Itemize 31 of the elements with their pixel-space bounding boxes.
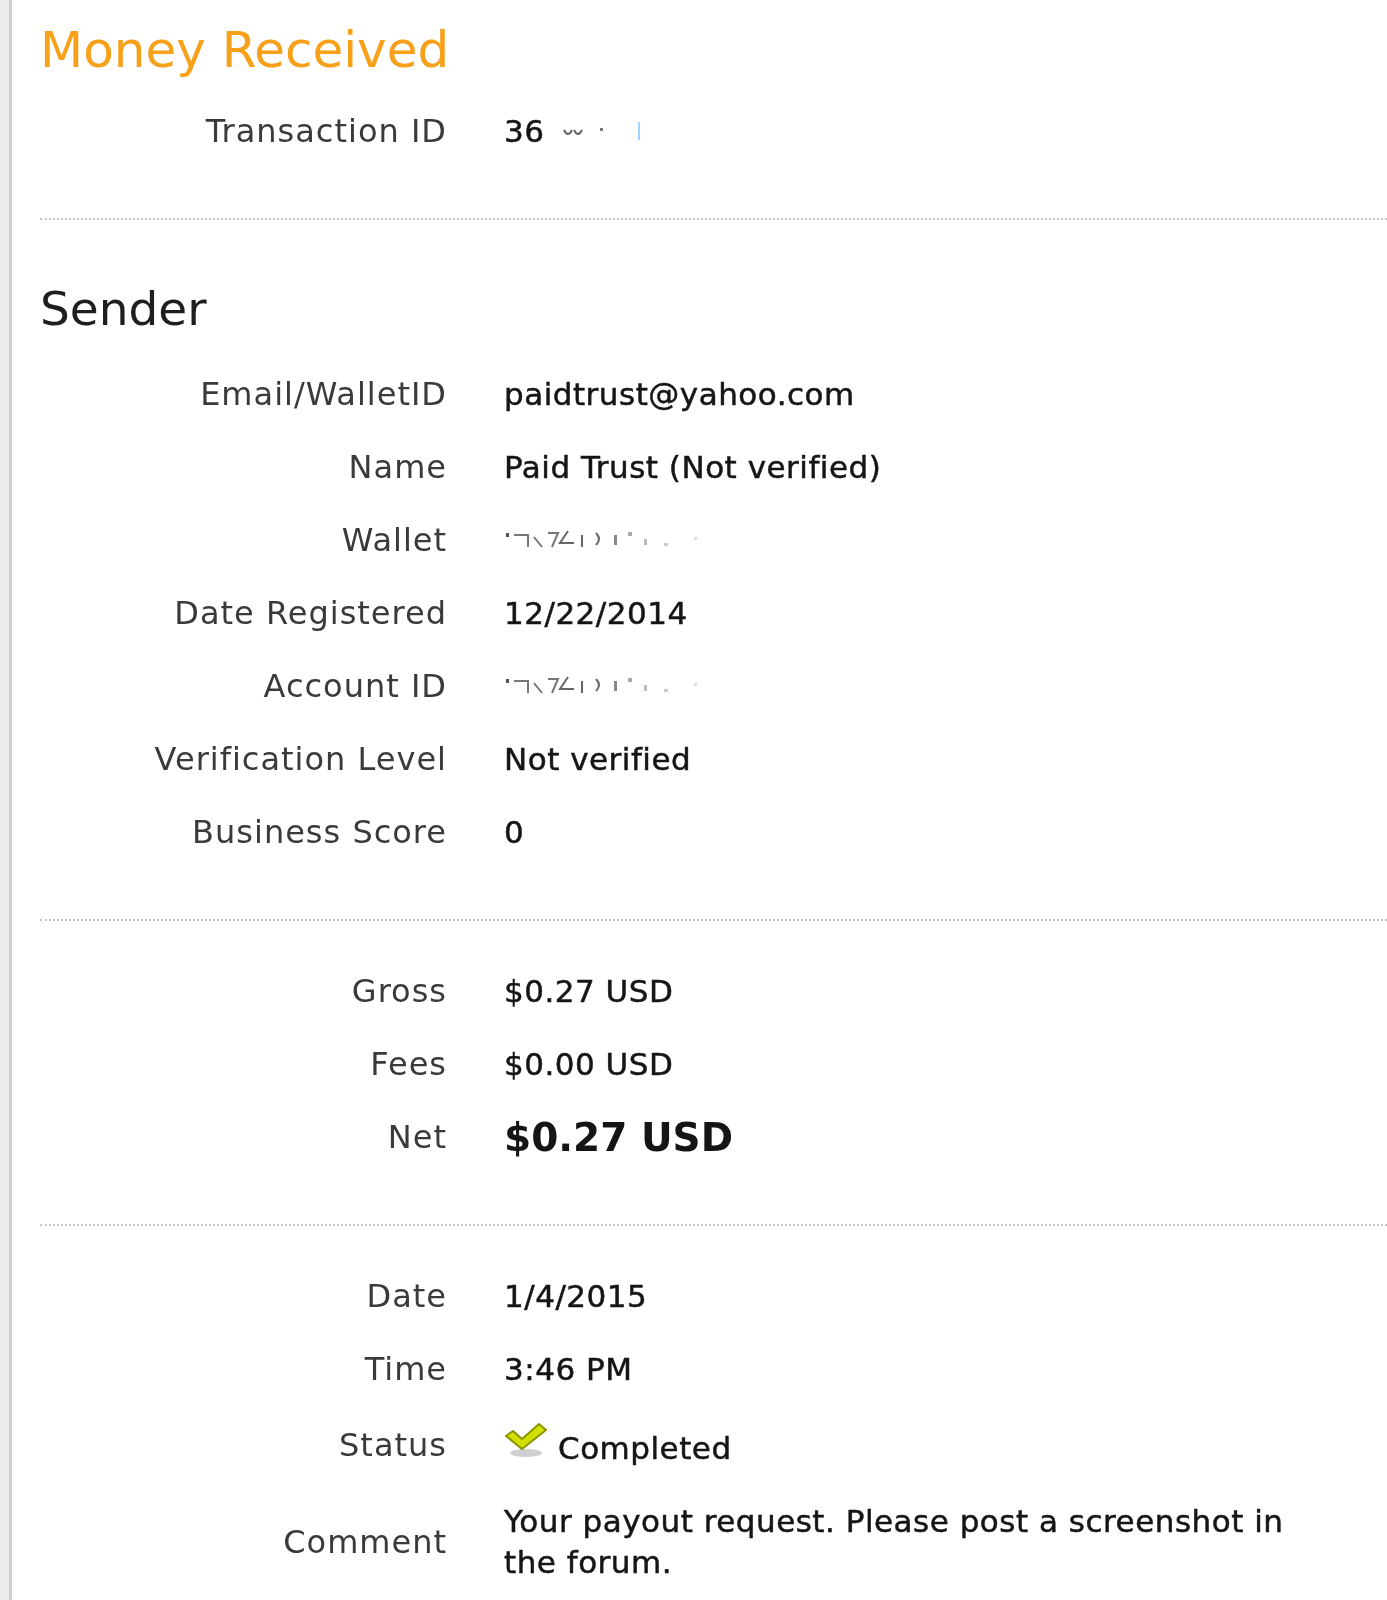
field-label: Status bbox=[338, 1425, 447, 1466]
field-value: Not verified bbox=[504, 740, 692, 779]
field-label: Name bbox=[347, 447, 447, 488]
field-value: 36 bbox=[504, 112, 545, 151]
status-text: Completed bbox=[558, 1429, 732, 1468]
field-label: Date Registered bbox=[173, 593, 447, 634]
field-label: Email/WalletID bbox=[199, 374, 447, 415]
field-label: Business Score bbox=[191, 812, 447, 853]
field-label: Net bbox=[386, 1117, 447, 1158]
field-label: Account ID bbox=[262, 666, 447, 707]
field-label: Wallet bbox=[340, 520, 447, 561]
field-value: 12/22/2014 bbox=[504, 594, 688, 633]
field-label: Fees bbox=[369, 1044, 447, 1085]
field-value: 1/4/2015 bbox=[504, 1277, 648, 1316]
field-label: Comment bbox=[282, 1521, 447, 1563]
field-value: $0.00 USD bbox=[504, 1045, 674, 1084]
section-heading: Sender bbox=[40, 280, 208, 338]
check-icon bbox=[504, 1422, 548, 1458]
net-amount: $0.27 USD bbox=[504, 1117, 734, 1158]
field-value: $0.27 USD bbox=[504, 972, 674, 1011]
field-label: Date bbox=[365, 1276, 447, 1317]
field-value: paidtrust@yahoo.com bbox=[504, 375, 855, 414]
field-value: 0 bbox=[504, 813, 525, 852]
field-label: Transaction ID bbox=[204, 111, 447, 152]
field-label: Time bbox=[363, 1349, 447, 1390]
page-title: Money Received bbox=[40, 20, 451, 80]
field-value: Paid Trust (Not verified) bbox=[504, 448, 882, 487]
field-label: Verification Level bbox=[153, 739, 447, 780]
field-value: Your payout request. Please post a screenshot in the forum. bbox=[504, 1502, 1285, 1582]
field-label: Gross bbox=[350, 971, 447, 1012]
field-value: 3:46 PM bbox=[504, 1350, 633, 1389]
